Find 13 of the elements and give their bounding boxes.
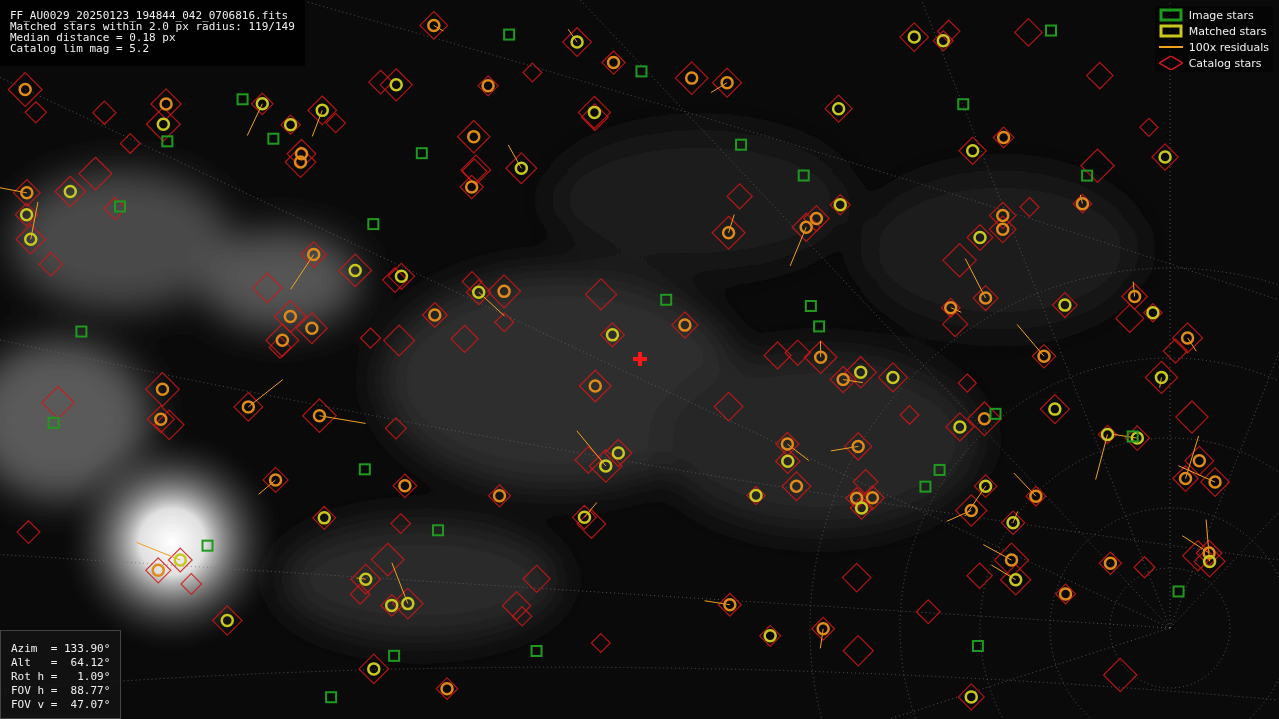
info-text: Catalog lim mag = 5.2 xyxy=(10,43,151,54)
pointing-text: Azim = 133.90° xyxy=(11,643,111,654)
pointing-text: FOV v = 47.07° xyxy=(11,699,111,710)
legend-label: Matched stars xyxy=(1188,24,1267,38)
pointing-text: FOV h = 88.77° xyxy=(11,685,111,696)
legend-label: Image stars xyxy=(1188,8,1254,22)
info-text: Median distance = 0.18 px xyxy=(10,32,176,43)
pointing-text: Alt = 64.12° xyxy=(11,657,111,668)
legend-label: Catalog stars xyxy=(1188,56,1262,70)
info-text: FF_AU0029_20250123_194844_042_0706816.fits xyxy=(10,10,290,21)
legend-label: 100x residuals xyxy=(1188,40,1269,54)
info-text: Matched stars within 2.0 px radius: 119/149 xyxy=(10,21,295,32)
pointing-text: Rot h = 1.09° xyxy=(11,671,111,682)
